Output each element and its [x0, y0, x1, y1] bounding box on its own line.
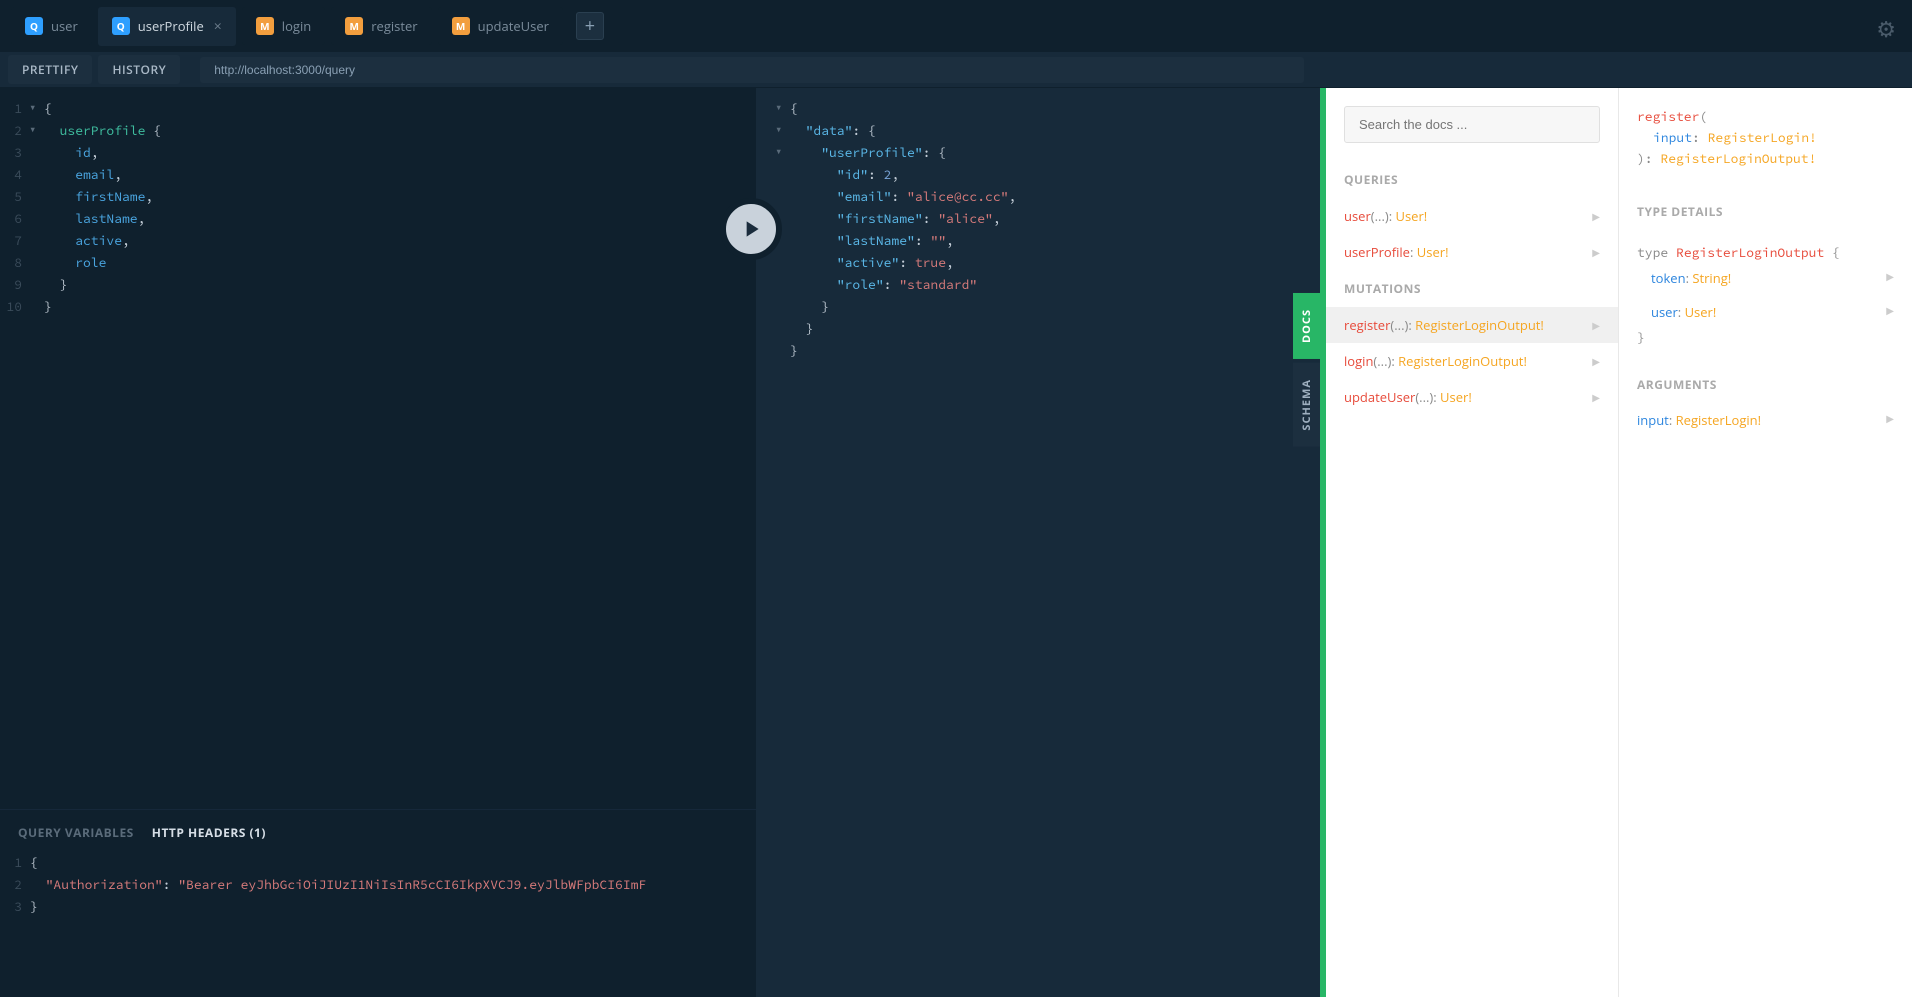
query-badge: Q	[112, 17, 130, 35]
tab-userprofile[interactable]: Q userProfile ×	[98, 7, 236, 46]
toolbar: PRETTIFY HISTORY	[0, 52, 1912, 88]
play-icon	[738, 216, 764, 242]
query-variables-tab[interactable]: QUERY VARIABLES	[18, 824, 134, 841]
arg-input[interactable]: input: RegisterLogin! ▶	[1637, 403, 1894, 437]
docs-mutation-updateuser[interactable]: updateUser(...): User! ▶	[1326, 379, 1618, 415]
tab-label: userProfile	[138, 17, 204, 35]
chevron-right-icon: ▶	[1592, 245, 1600, 259]
docs-query-userprofile[interactable]: userProfile: User! ▶	[1326, 234, 1618, 270]
result-panel: ▼▼▼ { "data": { "userProfile": { "id": 2…	[756, 88, 1320, 997]
tab-bar: Q user Q userProfile × M login M registe…	[0, 0, 1912, 52]
variables-panel: QUERY VARIABLES HTTP HEADERS (1) 123 { "…	[0, 809, 756, 997]
docs-search-input[interactable]	[1344, 106, 1600, 143]
tab-updateuser[interactable]: M updateUser	[438, 7, 563, 45]
chevron-right-icon: ▶	[1592, 354, 1600, 368]
editor-column: 12345678910 ▼▼ { userProfile { id, email…	[0, 88, 756, 997]
tab-user[interactable]: Q user	[11, 7, 92, 45]
schema-side-tab[interactable]: SCHEMA	[1293, 363, 1320, 447]
fold-gutter: ▼▼	[30, 98, 44, 809]
type-details-heading: TYPE DETAILS	[1637, 193, 1894, 230]
docs-mutation-login[interactable]: login(...): RegisterLoginOutput! ▶	[1326, 343, 1618, 379]
chevron-right-icon: ▶	[1592, 318, 1600, 332]
chevron-right-icon: ▶	[1886, 269, 1894, 287]
mutations-heading: MUTATIONS	[1326, 270, 1618, 307]
tab-register[interactable]: M register	[331, 7, 431, 45]
chevron-right-icon: ▶	[1886, 411, 1894, 429]
mutation-badge: M	[452, 17, 470, 35]
mutation-badge: M	[256, 17, 274, 35]
query-badge: Q	[25, 17, 43, 35]
prettify-button[interactable]: PRETTIFY	[8, 55, 92, 84]
type-field-token[interactable]: token: String! ▶	[1637, 261, 1894, 295]
http-headers-tab[interactable]: HTTP HEADERS (1)	[152, 824, 266, 841]
mutation-badge: M	[345, 17, 363, 35]
chevron-right-icon: ▶	[1592, 390, 1600, 404]
endpoint-input[interactable]	[200, 57, 1304, 83]
code-body: { userProfile { id, email, firstName, la…	[44, 98, 756, 809]
chevron-right-icon: ▶	[1592, 209, 1600, 223]
play-button[interactable]	[720, 198, 782, 260]
arguments-heading: ARGUMENTS	[1637, 366, 1894, 403]
tab-label: register	[371, 17, 417, 35]
docs-search-wrap	[1326, 88, 1618, 161]
gear-icon[interactable]: ⚙	[1876, 14, 1896, 44]
tab-label: user	[51, 17, 78, 35]
docs-detail: register( input: RegisterLogin! ): Regis…	[1619, 88, 1912, 997]
docs-query-user[interactable]: user(...): User! ▶	[1326, 198, 1618, 234]
add-tab-button[interactable]: +	[576, 12, 604, 40]
side-tabs: DOCS SCHEMA	[1293, 293, 1320, 451]
history-button[interactable]: HISTORY	[98, 55, 180, 84]
chevron-right-icon: ▶	[1886, 303, 1894, 321]
docs-mutation-register[interactable]: register(...): RegisterLoginOutput! ▶	[1326, 307, 1618, 343]
docs-list: QUERIES user(...): User! ▶ userProfile: …	[1326, 88, 1619, 997]
docs-panel: QUERIES user(...): User! ▶ userProfile: …	[1320, 88, 1912, 997]
query-editor[interactable]: 12345678910 ▼▼ { userProfile { id, email…	[0, 88, 756, 809]
line-gutter: 12345678910	[0, 98, 30, 809]
signature: register( input: RegisterLogin! ): Regis…	[1637, 106, 1894, 169]
queries-heading: QUERIES	[1326, 161, 1618, 198]
docs-side-tab[interactable]: DOCS	[1293, 293, 1320, 359]
tab-login[interactable]: M login	[242, 7, 325, 45]
headers-editor[interactable]: 123 { "Authorization": "Bearer eyJhbGciO…	[0, 851, 756, 997]
tab-label: updateUser	[478, 17, 549, 35]
close-icon[interactable]: ×	[214, 17, 222, 36]
type-field-user[interactable]: user: User! ▶	[1637, 295, 1894, 329]
tab-label: login	[282, 17, 311, 35]
line-gutter: 123	[0, 851, 30, 917]
